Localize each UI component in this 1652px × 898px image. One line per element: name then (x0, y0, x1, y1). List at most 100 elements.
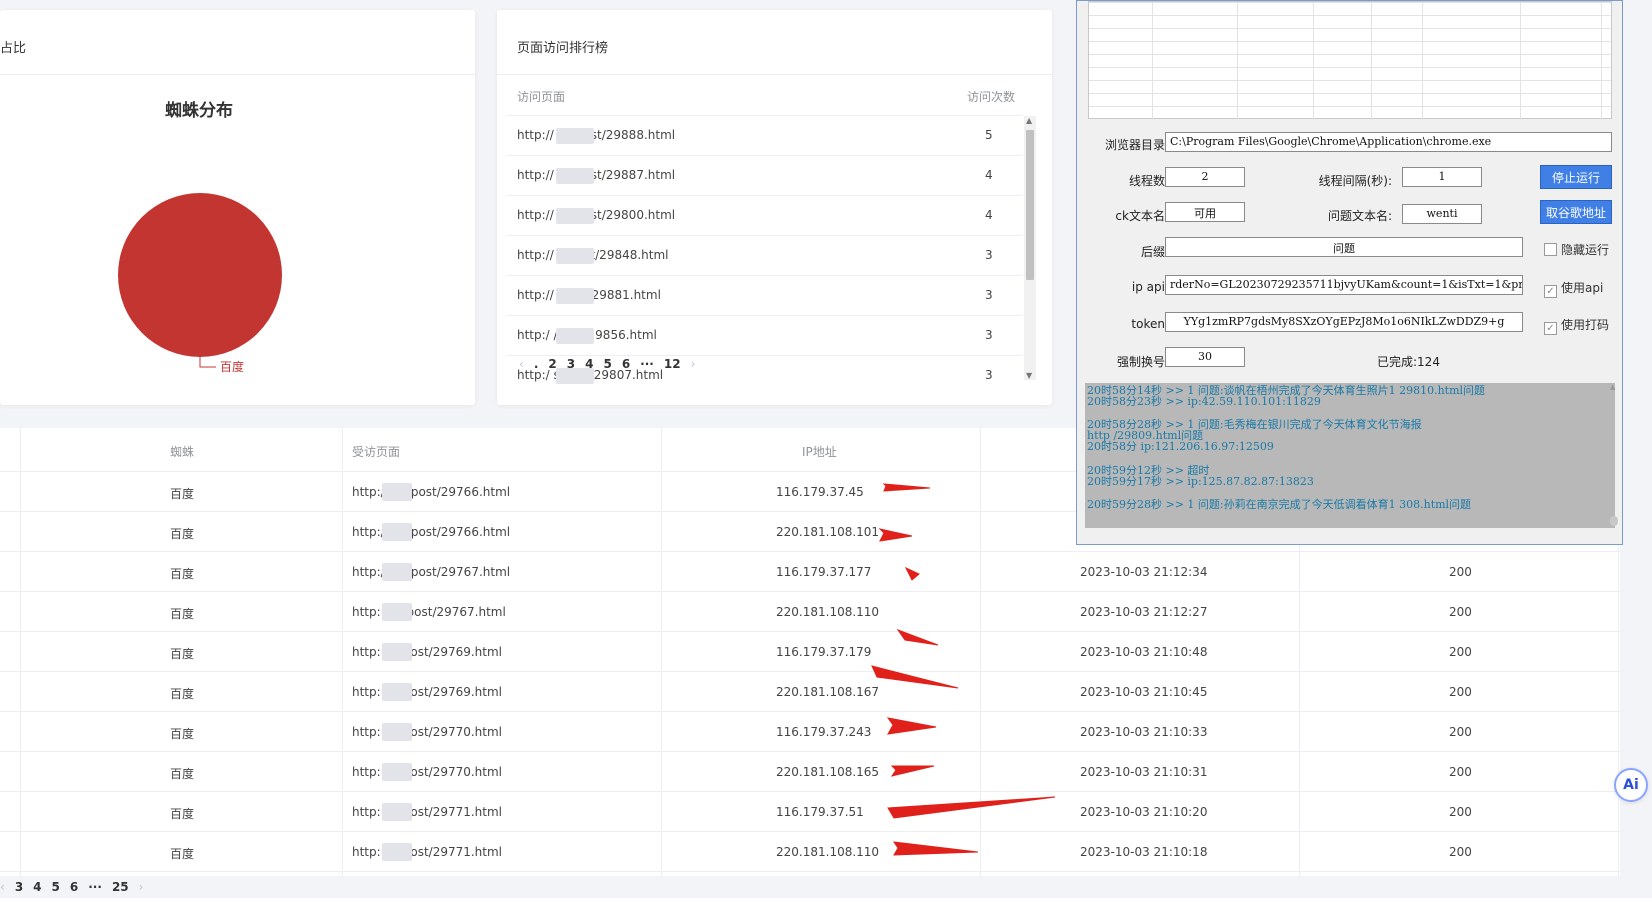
rank-page-link[interactable]: http:// cn/post/29888.html (517, 128, 675, 142)
ip-api-input[interactable]: rderNo=GL20230729235711bjvyUKam&count=1&… (1165, 275, 1523, 295)
page-link-cell[interactable]: http:// cn/post/29766.html (352, 525, 510, 539)
ip-cell: 220.181.108.101 (776, 525, 880, 539)
rank-pagination: ‹. 2 3 4 5 6 ··· 12 › (519, 357, 705, 371)
col-ip-header: IP地址 (802, 445, 837, 459)
rank-visit-count: 4 (985, 208, 993, 222)
page-link-cell[interactable]: http: cn/post/29771.html (352, 845, 502, 859)
page-number[interactable]: 4 (33, 880, 41, 894)
use-captcha-checkbox[interactable]: ✓ 使用打码 (1544, 316, 1609, 335)
page-number[interactable]: 5 (52, 880, 60, 894)
fetch-google-address-button[interactable]: 取谷歌地址 (1540, 200, 1612, 224)
page-number[interactable]: 12 (664, 357, 681, 371)
page-number[interactable]: . (534, 357, 539, 371)
time-cell: 2023-10-03 21:10:33 (1080, 725, 1208, 739)
next-page-button[interactable]: › (691, 357, 696, 371)
col-count-header: 访问次数 (967, 90, 1016, 104)
time-cell: 2023-10-03 21:12:34 (1080, 565, 1208, 579)
threads-input[interactable]: 2 (1165, 167, 1245, 187)
status-cell: 200 (1449, 685, 1472, 699)
rank-page-link[interactable]: http:// cn/post/29800.html (517, 208, 675, 222)
time-cell: 2023-10-03 21:10:20 (1080, 805, 1208, 819)
page-number[interactable]: 2 (548, 357, 556, 371)
question-file-input[interactable]: wenti (1402, 204, 1482, 224)
card-title: 占比 (0, 41, 27, 56)
status-cell: 200 (1449, 565, 1472, 579)
page-link-cell[interactable]: http: .cn/post/29767.html (352, 605, 506, 619)
suffix-label: 后缀: (1140, 245, 1169, 259)
status-cell: 200 (1449, 805, 1472, 819)
page-number[interactable]: 3 (567, 357, 575, 371)
status-cell: 200 (1449, 645, 1472, 659)
force-switch-label: 强制换号: (1116, 355, 1169, 369)
ip-cell: 116.179.37.51 (776, 805, 864, 819)
force-switch-input[interactable]: 30 (1165, 347, 1245, 367)
spider-cell: 百度 (170, 847, 195, 861)
page-number[interactable]: ··· (640, 357, 654, 371)
ip-api-label: ip api: (1131, 280, 1169, 294)
page-number[interactable]: 6 (70, 880, 78, 894)
rank-scrollbar[interactable]: ▲ ▼ (1024, 116, 1036, 380)
log-scrollbar[interactable]: ▲ (1610, 383, 1618, 528)
page-number[interactable]: 6 (622, 357, 630, 371)
use-api-checkbox[interactable]: ✓ 使用api (1544, 279, 1603, 298)
table-row: 百度 http: cn/post/29770.html 116.179.37.243… (0, 712, 1620, 752)
page-link-cell[interactable]: http: cn/post/29769.html (352, 645, 502, 659)
run-log: 20时58分14秒 >> 1 问题:谈帆在梧州完成了今天体育生照片1 29810… (1085, 383, 1615, 528)
browser-dir-input[interactable]: C:\Program Files\Google\Chrome\Applicati… (1165, 132, 1612, 152)
card-title: 页面访问排行榜 (517, 41, 609, 56)
token-input[interactable]: YYg1zmRP7gdsMy8SXzOYgEPzJ8Mo1o6NIkLZwDDZ… (1165, 312, 1523, 332)
ip-cell: 116.179.37.179 (776, 645, 872, 659)
next-page-button[interactable]: › (139, 880, 144, 894)
ip-cell: 220.181.108.110 (776, 845, 880, 859)
page-number[interactable]: 3 (15, 880, 23, 894)
ck-file-input[interactable]: 可用 (1165, 202, 1245, 222)
pie-slice-baidu[interactable] (118, 193, 282, 357)
log-line: 20时59分17秒 >> ip:125.87.82.87:13823 (1087, 475, 1314, 488)
time-cell: 2023-10-03 21:12:27 (1080, 605, 1208, 619)
rank-page-link[interactable]: http:// cn/post/29887.html (517, 168, 675, 182)
table-row: 百度 http: cn/post/29769.html 220.181.108.16… (0, 672, 1620, 712)
ip-cell: 220.181.108.165 (776, 765, 880, 779)
stop-button[interactable]: 停止运行 (1540, 165, 1612, 189)
prev-page-button[interactable]: ‹ (519, 357, 524, 371)
page-number[interactable]: 5 (603, 357, 611, 371)
col-page-header: 访问页面 (517, 90, 566, 104)
page-number[interactable]: ··· (88, 880, 102, 894)
page-link-cell[interactable]: http: cn/post/29770.html (352, 765, 502, 779)
interval-input[interactable]: 1 (1402, 167, 1482, 187)
page-number[interactable]: 4 (585, 357, 593, 371)
page-link-cell[interactable]: http: cn/post/29770.html (352, 725, 502, 739)
browser-dir-label: 浏览器目录: (1104, 138, 1169, 152)
rank-visit-count: 3 (985, 288, 993, 302)
pie-chart: 百度 (118, 193, 282, 374)
page-link-cell[interactable]: http:// cn/post/29766.html (352, 485, 510, 499)
rank-table-header: 访问页面 访问次数 (507, 74, 1022, 116)
completed-count: 已完成:124 (1377, 355, 1440, 369)
ip-cell: 116.179.37.45 (776, 485, 864, 499)
rank-row: http:// cn/post/29887.html 4 (507, 156, 1022, 196)
spider-cell: 百度 (170, 527, 195, 541)
threads-label: 线程数: (1128, 174, 1169, 188)
suffix-input[interactable]: 问题 (1165, 237, 1523, 257)
log-line: 20时58分 ip:121.206.16.97:12509 (1087, 440, 1274, 453)
spider-cell: 百度 (170, 767, 195, 781)
page-rank-card: 页面访问排行榜 访问页面 访问次数 http:// cn/post/29888.… (497, 10, 1052, 405)
table-row: 百度 http: cn/post/29769.html 116.179.37.179… (0, 632, 1620, 672)
ip-cell: 220.181.108.167 (776, 685, 880, 699)
chart-title: 蜘蛛分布 (165, 101, 233, 121)
rank-row: http:// n/post/29848.html 3 (507, 236, 1022, 276)
ai-assistant-button[interactable]: Ai (1614, 768, 1648, 802)
page-link-cell[interactable]: http:// cn/post/29767.html (352, 565, 510, 579)
question-file-label: 问题文本名: (1327, 209, 1392, 223)
pie-slice-label: 百度 (220, 359, 244, 374)
spider-cell: 百度 (170, 487, 195, 501)
page-number[interactable]: 25 (112, 880, 129, 894)
ck-file-label: ck文本名: (1115, 209, 1169, 223)
page-link-cell[interactable]: http: cn/post/29771.html (352, 805, 502, 819)
table-row: 百度 http:// cn/post/29767.html 116.179.37.1… (0, 552, 1620, 592)
prev-page-button[interactable]: ‹ (0, 880, 5, 894)
page-link-cell[interactable]: http: cn/post/29769.html (352, 685, 502, 699)
table-row: 百度 http: cn/post/29771.html 220.181.108.11… (0, 832, 1620, 872)
status-cell: 200 (1449, 725, 1472, 739)
hide-run-checkbox[interactable]: 隐藏运行 (1544, 241, 1609, 258)
